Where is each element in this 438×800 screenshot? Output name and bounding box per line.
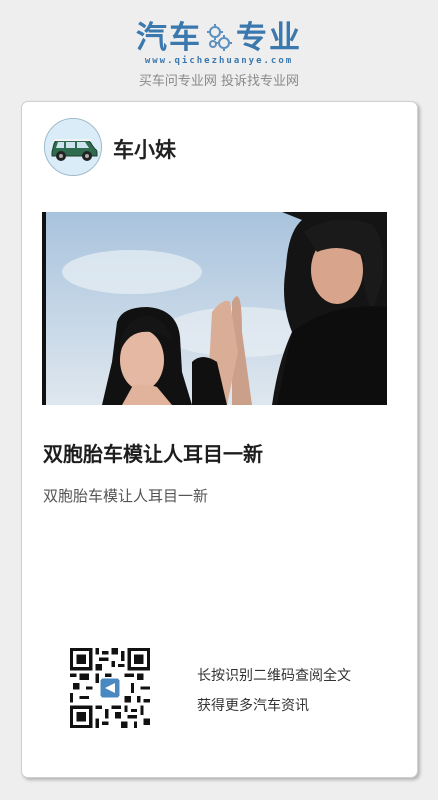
gear-icon: [204, 22, 234, 52]
logo-text-right: 专业: [236, 20, 302, 56]
avatar[interactable]: [44, 118, 102, 176]
article-summary: 双胞胎车模让人耳目一新: [43, 487, 209, 505]
qr-code[interactable]: [70, 648, 150, 728]
article-share-card: 车小妹 双胞胎车模让人耳目一新 双胞胎车模让人耳目一新 长按识别二维码查阅全文 …: [21, 101, 418, 778]
site-domain: www.qichezhuanye.com: [144, 56, 294, 66]
car-icon: [45, 119, 101, 175]
author-name[interactable]: 车小妹: [113, 134, 176, 164]
site-logo[interactable]: 汽车 专业: [0, 18, 438, 58]
qr-instruction: 长按识别二维码查阅全文: [197, 668, 351, 684]
article-photo[interactable]: [42, 212, 387, 405]
site-header: 汽车 专业 www.qichezhuanye.com 买车问专业网 投诉找专业网: [0, 0, 438, 100]
article-title[interactable]: 双胞胎车模让人耳目一新: [43, 438, 393, 467]
logo-text-left: 汽车: [136, 20, 202, 56]
qr-subtext: 获得更多汽车资讯: [197, 698, 309, 714]
site-slogan: 买车问专业网 投诉找专业网: [138, 74, 300, 89]
